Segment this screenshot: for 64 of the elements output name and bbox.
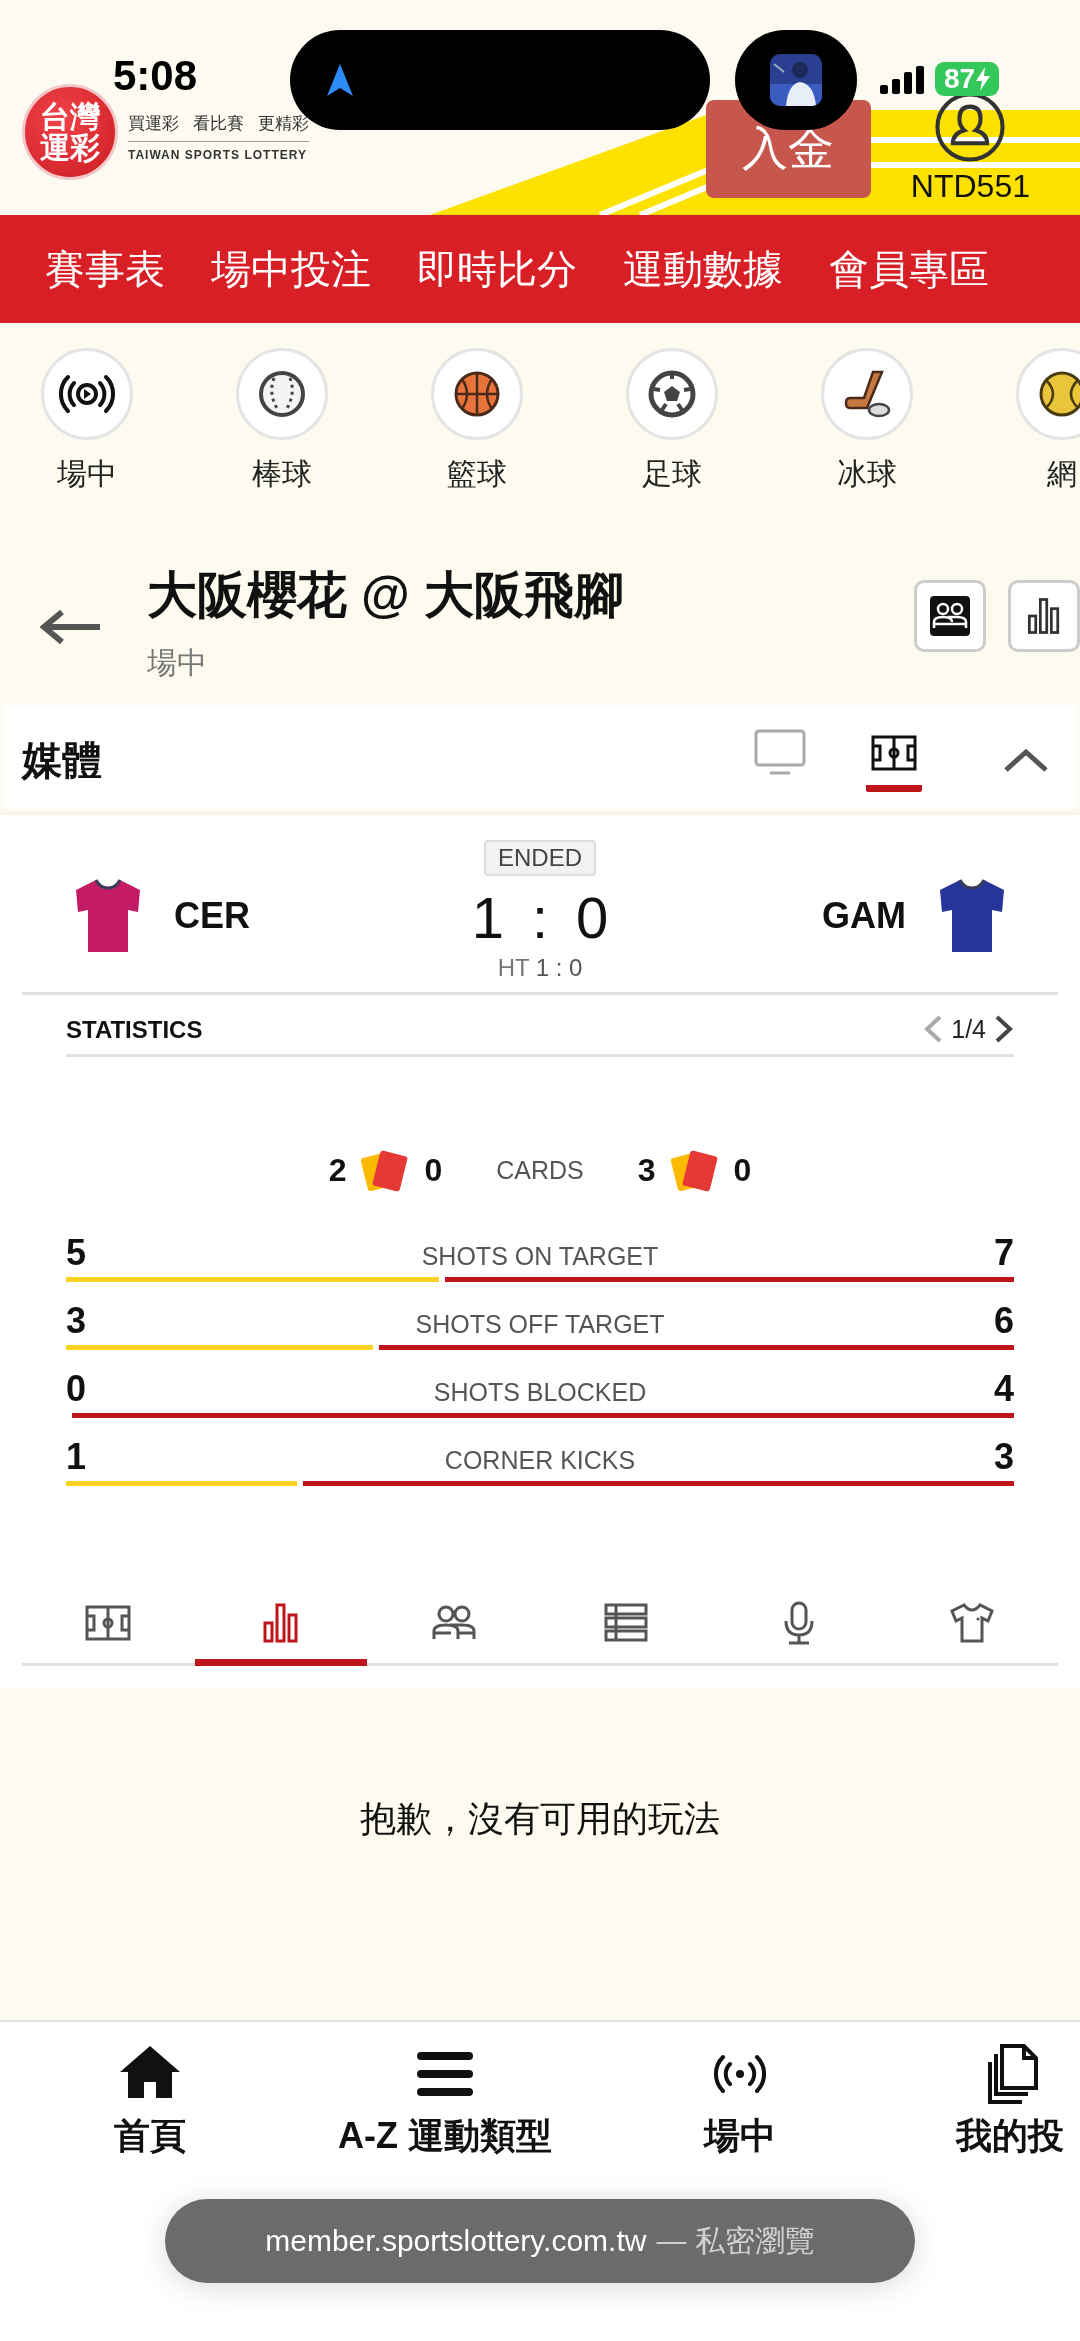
- match-title: 大阪櫻花 @ 大阪飛腳: [147, 565, 625, 625]
- empty-message: 抱歉，沒有可用的玩法: [360, 1796, 720, 1841]
- slogan-text: 買運彩: [128, 113, 179, 135]
- nav-link[interactable]: 運動數據: [623, 241, 783, 297]
- nav-link[interactable]: 賽事表: [45, 241, 165, 297]
- stats-button[interactable]: [1008, 580, 1080, 652]
- stat-value: 3: [66, 1303, 87, 1339]
- card-count: 2: [328, 1151, 347, 1189]
- card-count: 3: [637, 1151, 656, 1189]
- stat-value: 4: [993, 1371, 1014, 1407]
- stat-label: SHOTS BLOCKED: [433, 1378, 647, 1407]
- nav-link[interactable]: 即時比分: [417, 241, 577, 297]
- stat-value: 6: [993, 1303, 1014, 1339]
- navigation-arrow-icon: [325, 62, 355, 98]
- stat-value: 0: [66, 1371, 87, 1407]
- address-bar[interactable]: member.sportslottery.com.tw — 私密瀏覽: [165, 2199, 915, 2283]
- card-count: 0: [733, 1151, 752, 1189]
- stat-label: SHOTS OFF TARGET: [415, 1310, 665, 1339]
- nav-tab[interactable]: 我的投: [890, 2042, 1080, 2161]
- stat-label: CORNER KICKS: [444, 1446, 636, 1475]
- media-title: 媒體: [22, 736, 103, 784]
- sport-label[interactable]: 場中: [57, 454, 117, 495]
- match-status: 場中: [147, 644, 208, 681]
- status-badge: ENDED: [484, 840, 596, 876]
- slogan-text: 看比賽: [193, 113, 244, 135]
- stat-value: 5: [66, 1235, 87, 1271]
- score-value: 0: [576, 886, 609, 950]
- stat-value: 3: [993, 1439, 1014, 1475]
- statistics-title: STATISTICS: [66, 1016, 203, 1044]
- sport-label[interactable]: 棒球: [252, 454, 312, 495]
- card-count: 0: [424, 1151, 443, 1189]
- nav-link[interactable]: 會員專區: [829, 241, 989, 297]
- stat-value: 7: [993, 1235, 1014, 1271]
- stat-label: SHOTS ON TARGET: [421, 1242, 659, 1271]
- back-arrow-icon[interactable]: [40, 608, 102, 645]
- sport-label[interactable]: 足球: [642, 454, 702, 495]
- page-indicator: 1/4: [951, 1014, 986, 1044]
- nav-link[interactable]: 場中投注: [211, 241, 371, 297]
- nav-tab[interactable]: A-Z 運動類型: [300, 2042, 590, 2161]
- chevron-right-icon[interactable]: [994, 1014, 1014, 1044]
- charging-bolt-icon: [976, 67, 991, 91]
- halftime-score: 1 : 0: [535, 953, 583, 982]
- stat-label: CARDS: [496, 1155, 584, 1185]
- logo-subtitle: TAIWAN SPORTS LOTTERY: [128, 141, 309, 162]
- sport-label[interactable]: 冰球: [837, 454, 897, 495]
- people-icon: [928, 594, 972, 638]
- score-value: 1: [471, 886, 504, 950]
- score-separator: :: [531, 886, 549, 950]
- nav-tab[interactable]: 場中: [590, 2042, 890, 2161]
- team-name: GAM: [822, 895, 906, 937]
- browsing-mode: — 私密瀏覽: [656, 2222, 815, 2259]
- sport-label[interactable]: 網: [1047, 454, 1077, 495]
- nav-tab[interactable]: 首頁: [0, 2042, 300, 2161]
- tv-icon: [754, 728, 806, 777]
- signal-icon: [880, 66, 926, 94]
- sport-label[interactable]: 籃球: [447, 454, 507, 495]
- balance-text: NTD551: [910, 168, 1030, 205]
- halftime-label: HT: [497, 953, 530, 982]
- slogan-text: 更精彩: [258, 113, 309, 135]
- lineup-button[interactable]: [914, 580, 986, 652]
- stat-value: 1: [66, 1439, 87, 1475]
- url-text: member.sportslottery.com.tw: [265, 2224, 647, 2258]
- battery-indicator: 87: [935, 62, 999, 96]
- team-name: CER: [174, 895, 250, 937]
